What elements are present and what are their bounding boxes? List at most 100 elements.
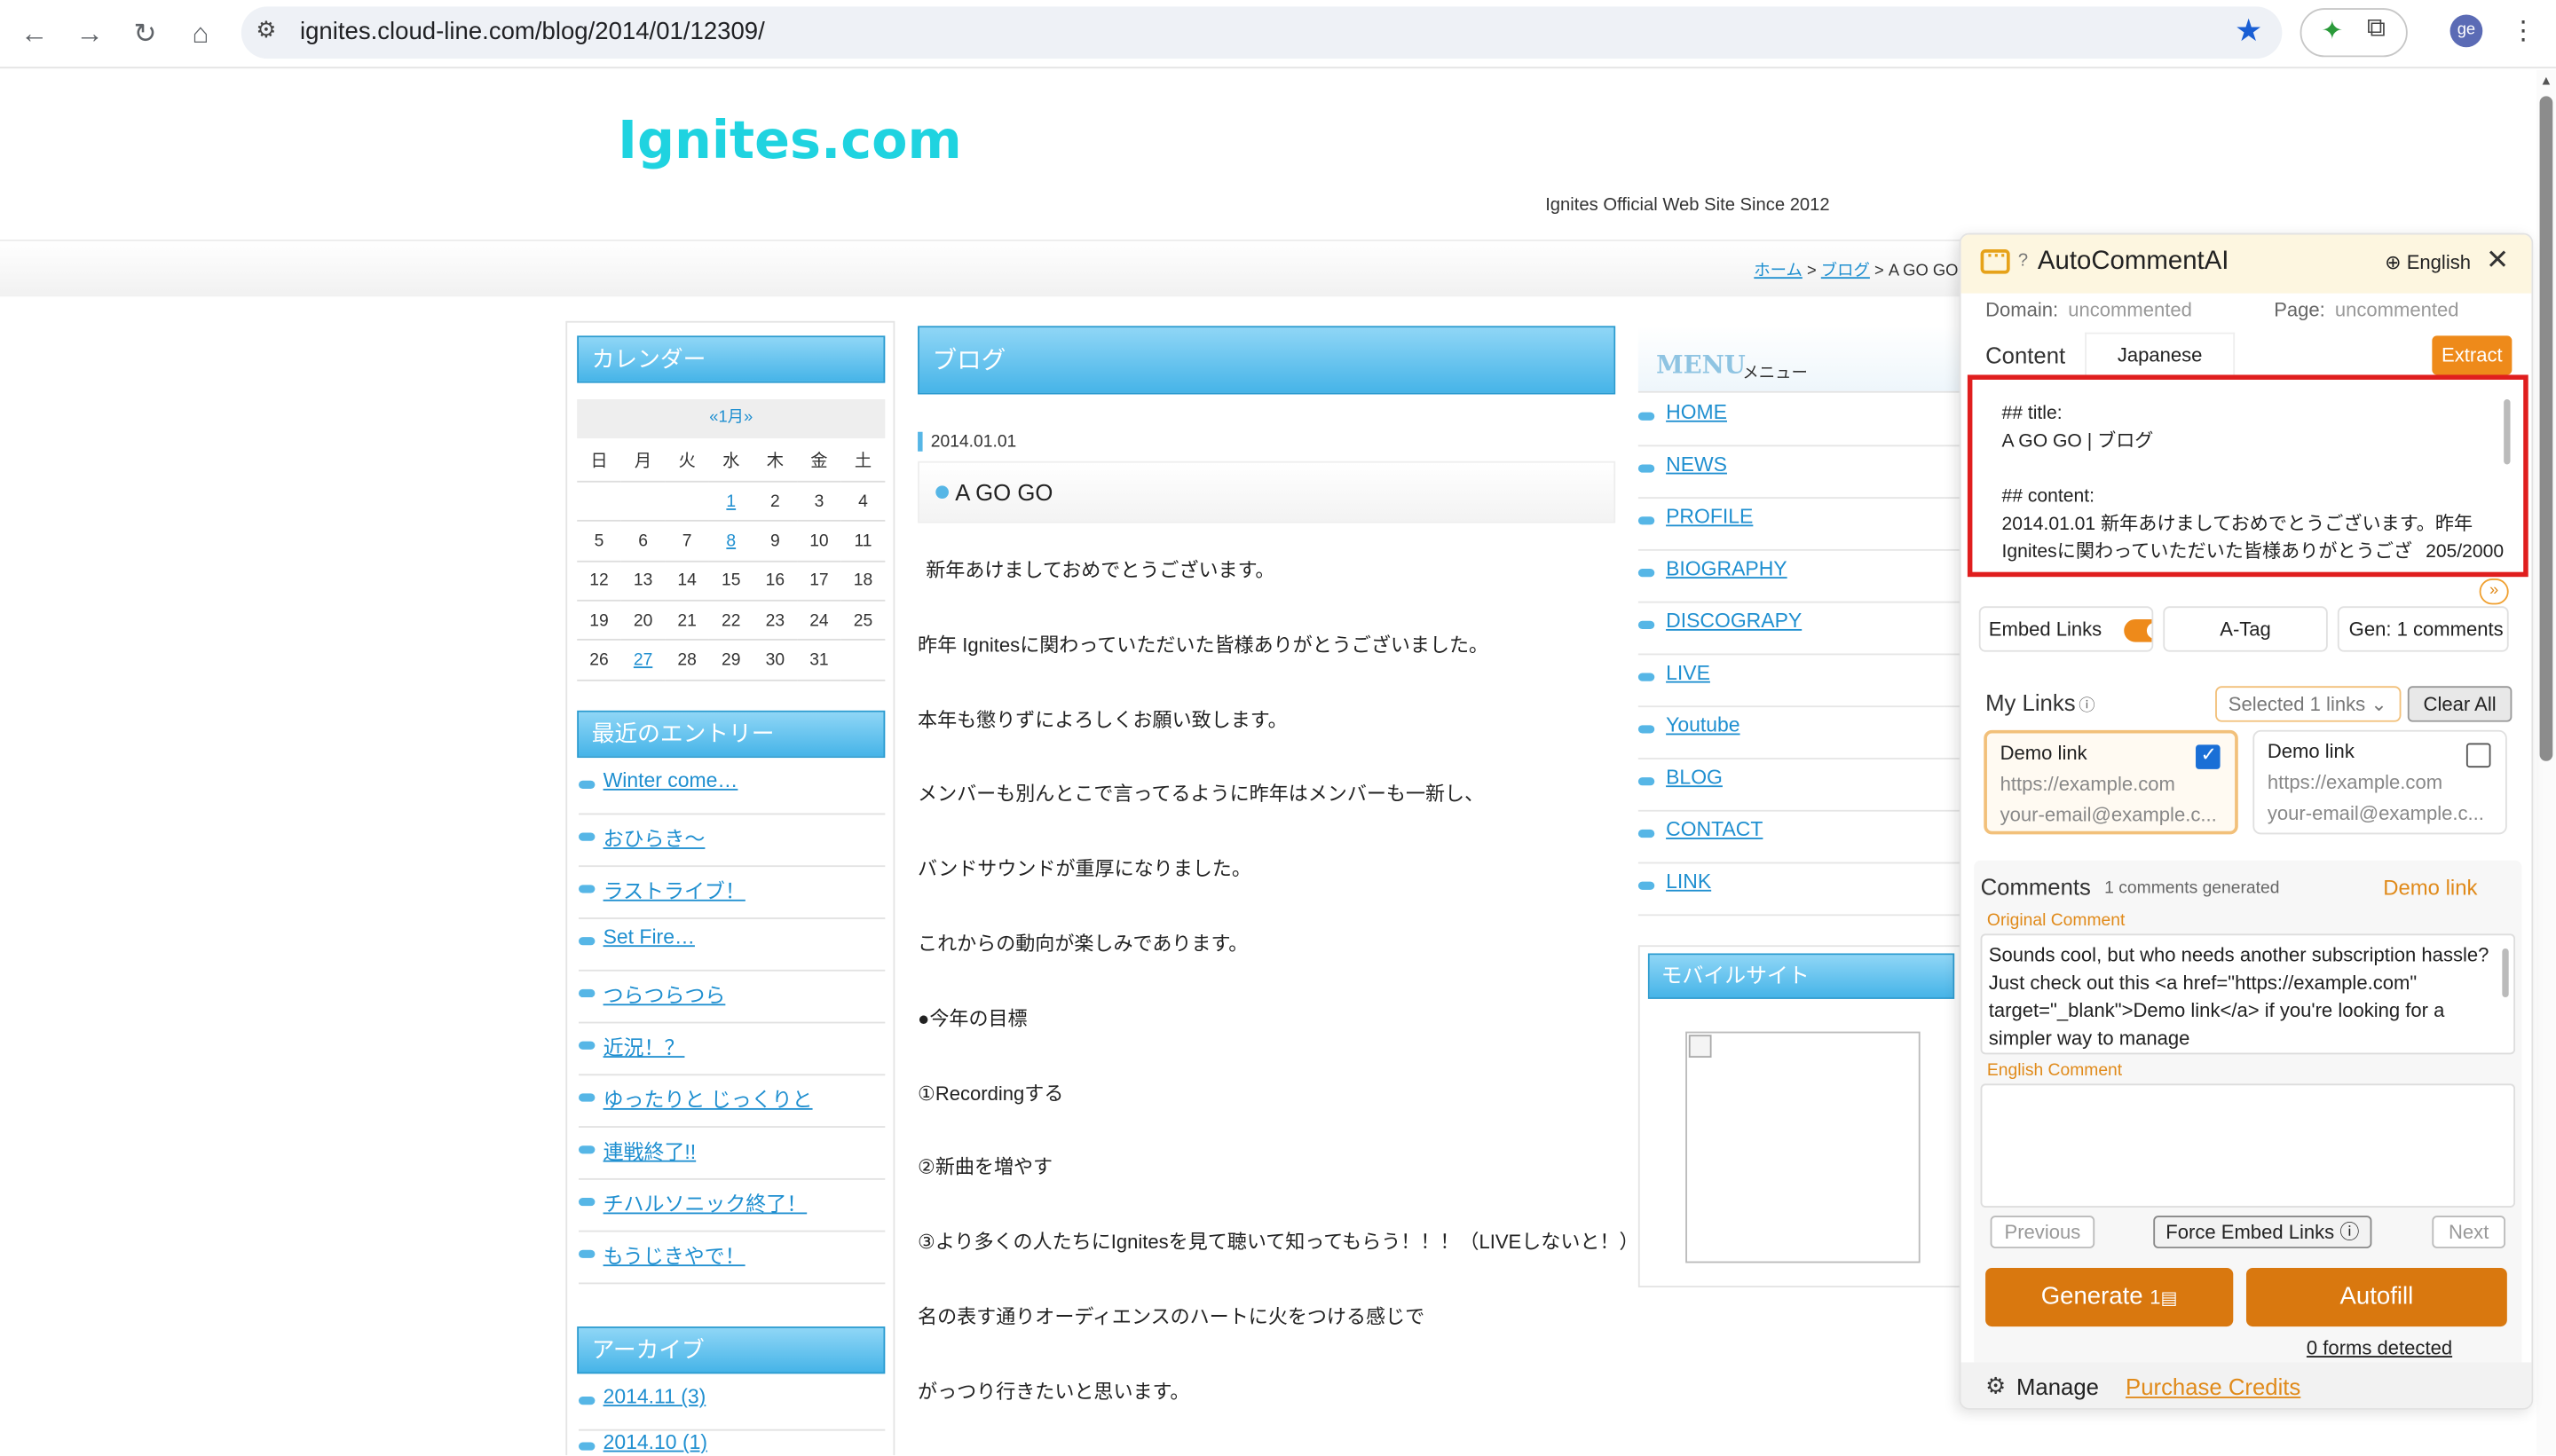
- archive-item[interactable]: 2014.10 (1): [579, 1424, 885, 1455]
- menu-item-profile[interactable]: PROFILE: [1637, 499, 1965, 551]
- menu-link[interactable]: HOME: [1666, 401, 1727, 424]
- calendar-month-nav[interactable]: «1月»: [709, 409, 753, 427]
- recent-entry-item[interactable]: もうじきやで！: [579, 1232, 886, 1285]
- link-checkbox[interactable]: [2196, 744, 2221, 769]
- autofill-button[interactable]: Autofill: [2245, 1267, 2507, 1327]
- menu-item-discograpy[interactable]: DISCOGRAPY: [1637, 603, 1965, 656]
- menu-item-live[interactable]: LIVE: [1637, 655, 1965, 708]
- puzzle-icon[interactable]: ⧉: [2367, 15, 2386, 44]
- link-checkbox[interactable]: [2465, 743, 2491, 768]
- english-comment-textarea[interactable]: [1980, 1083, 2516, 1208]
- manage-button[interactable]: Manage: [2016, 1373, 2099, 1399]
- original-comment-textarea[interactable]: Sounds cool, but who needs another subsc…: [1980, 933, 2516, 1055]
- selected-links-dropdown[interactable]: Selected 1 links ⌄: [2215, 686, 2402, 722]
- recent-entry-item[interactable]: ラストライブ！: [579, 867, 886, 919]
- recent-entry-item[interactable]: つらつらつら: [579, 972, 886, 1024]
- link-card[interactable]: Demo link https://example.com your-email…: [1984, 729, 2238, 835]
- menu-link[interactable]: Youtube: [1666, 713, 1740, 736]
- site-info-icon[interactable]: ⚙: [256, 16, 276, 43]
- breadcrumb-blog[interactable]: ブログ: [1821, 263, 1870, 280]
- menu-item-youtube[interactable]: Youtube: [1637, 707, 1965, 759]
- recent-entry-link[interactable]: チハルソニック終了！: [604, 1186, 808, 1217]
- next-button[interactable]: Next: [2432, 1216, 2506, 1248]
- menu-link[interactable]: LINK: [1666, 870, 1711, 893]
- menu-item-contact[interactable]: CONTACT: [1637, 812, 1965, 864]
- recent-entry-item[interactable]: 近況！？: [579, 1023, 886, 1076]
- close-icon[interactable]: ✕: [2486, 245, 2509, 278]
- menu-link[interactable]: CONTACT: [1666, 818, 1763, 841]
- embed-links-toggle[interactable]: [2124, 618, 2152, 642]
- comments-link-name[interactable]: Demo link: [2383, 875, 2477, 900]
- archive-link[interactable]: 2014.10 (1): [604, 1431, 707, 1454]
- recent-entry-link[interactable]: ラストライブ！: [604, 873, 746, 904]
- content-textarea[interactable]: ## title: A GO GO | ブログ ## content: 2014…: [1967, 374, 2528, 578]
- generate-button[interactable]: Generate 1▤: [1985, 1267, 2234, 1327]
- forward-icon[interactable]: →: [68, 13, 111, 56]
- recent-entry-item[interactable]: Set Fire…: [579, 919, 886, 972]
- original-comment-scrollbar[interactable]: [2502, 948, 2509, 998]
- extension-sparkle-icon[interactable]: ✦: [2321, 15, 2343, 48]
- calendar-day[interactable]: 1: [708, 481, 753, 523]
- recent-entry-link[interactable]: Winter come…: [604, 769, 738, 792]
- menu-item-blog[interactable]: BLOG: [1637, 759, 1965, 812]
- recent-entry-link[interactable]: ゆったりと じっくりと: [604, 1082, 813, 1114]
- help-icon[interactable]: ⓘ: [2079, 697, 2094, 715]
- archive-item[interactable]: 2014.11 (3): [579, 1379, 886, 1431]
- recent-entry-link[interactable]: もうじきやで！: [604, 1239, 746, 1270]
- content-text[interactable]: ## title: A GO GO | ブログ ## content: 2014…: [2001, 401, 2473, 567]
- menu-link[interactable]: NEWS: [1666, 453, 1727, 476]
- menu-link[interactable]: PROFILE: [1666, 505, 1753, 528]
- menu-kebab-icon[interactable]: ⋮: [2511, 15, 2536, 48]
- recent-entry-item[interactable]: チハルソニック終了！: [579, 1180, 886, 1232]
- bookmark-star-icon[interactable]: ★: [2235, 13, 2262, 51]
- recent-entry-item[interactable]: Winter come…: [579, 763, 886, 815]
- menu-item-biography[interactable]: BIOGRAPHY: [1637, 551, 1965, 603]
- url-text[interactable]: ignites.cloud-line.com/blog/2014/01/1230…: [300, 18, 765, 45]
- tab-japanese[interactable]: Japanese: [2085, 332, 2236, 375]
- menu-item-home[interactable]: HOME: [1637, 394, 1965, 447]
- address-bar[interactable]: ⚙ ignites.cloud-line.com/blog/2014/01/12…: [241, 6, 2283, 59]
- menu-link[interactable]: LIVE: [1666, 662, 1710, 685]
- gear-icon[interactable]: ⚙: [1985, 1373, 2006, 1400]
- calendar-day[interactable]: 8: [708, 521, 753, 563]
- content-scrollbar[interactable]: [2504, 398, 2511, 465]
- profile-avatar[interactable]: ge: [2450, 14, 2483, 48]
- help-icon[interactable]: ?: [2018, 251, 2028, 271]
- recent-entry-item[interactable]: 連戦終了!!: [579, 1128, 886, 1180]
- calendar-day-link[interactable]: 8: [726, 531, 736, 551]
- atag-button[interactable]: A-Tag: [2163, 606, 2328, 652]
- recent-entry-item[interactable]: おひらき～: [579, 815, 886, 868]
- mobile-qr-image[interactable]: [1685, 1031, 1921, 1263]
- menu-link[interactable]: BIOGRAPHY: [1666, 557, 1787, 580]
- expand-chevron-icon[interactable]: »: [2479, 578, 2509, 605]
- previous-button[interactable]: Previous: [1990, 1216, 2095, 1248]
- menu-item-news[interactable]: NEWS: [1637, 446, 1965, 500]
- reload-icon[interactable]: ↻: [124, 13, 167, 56]
- original-comment-text[interactable]: Sounds cool, but who needs another subsc…: [1989, 942, 2494, 1053]
- forms-detected-link[interactable]: 0 forms detected: [2307, 1336, 2452, 1359]
- calendar-day[interactable]: 27: [620, 640, 666, 681]
- calendar-day-link[interactable]: 1: [726, 492, 736, 511]
- recent-entry-link[interactable]: Set Fire…: [604, 925, 695, 948]
- menu-link[interactable]: BLOG: [1666, 766, 1723, 789]
- scrollbar-thumb[interactable]: [2539, 96, 2553, 761]
- page-scrollbar[interactable]: ▲: [2536, 69, 2556, 1456]
- back-icon[interactable]: ←: [13, 13, 56, 56]
- scroll-up-icon[interactable]: ▲: [2540, 74, 2553, 89]
- menu-link[interactable]: DISCOGRAPY: [1666, 610, 1802, 633]
- recent-entry-link[interactable]: おひらき～: [604, 822, 706, 853]
- breadcrumb-home[interactable]: ホーム: [1754, 263, 1803, 280]
- extract-button[interactable]: Extract: [2432, 335, 2513, 375]
- recent-entry-item[interactable]: ゆったりと じっくりと: [579, 1075, 886, 1128]
- site-title[interactable]: Ignites.com: [618, 109, 962, 171]
- archive-link[interactable]: 2014.11 (3): [604, 1385, 706, 1408]
- calendar-day-link[interactable]: 27: [634, 650, 652, 670]
- recent-entry-link[interactable]: 連戦終了!!: [604, 1134, 697, 1165]
- recent-entry-link[interactable]: つらつらつら: [604, 978, 726, 1009]
- language-select[interactable]: ⊕ English: [2385, 251, 2471, 274]
- home-icon[interactable]: ⌂: [179, 13, 222, 56]
- purchase-credits-link[interactable]: Purchase Credits: [2126, 1373, 2300, 1399]
- menu-item-link[interactable]: LINK: [1637, 863, 1965, 917]
- link-card[interactable]: Demo link https://example.com your-email…: [2252, 729, 2507, 835]
- gen-count-select[interactable]: Gen: 1 comments: [2337, 606, 2509, 652]
